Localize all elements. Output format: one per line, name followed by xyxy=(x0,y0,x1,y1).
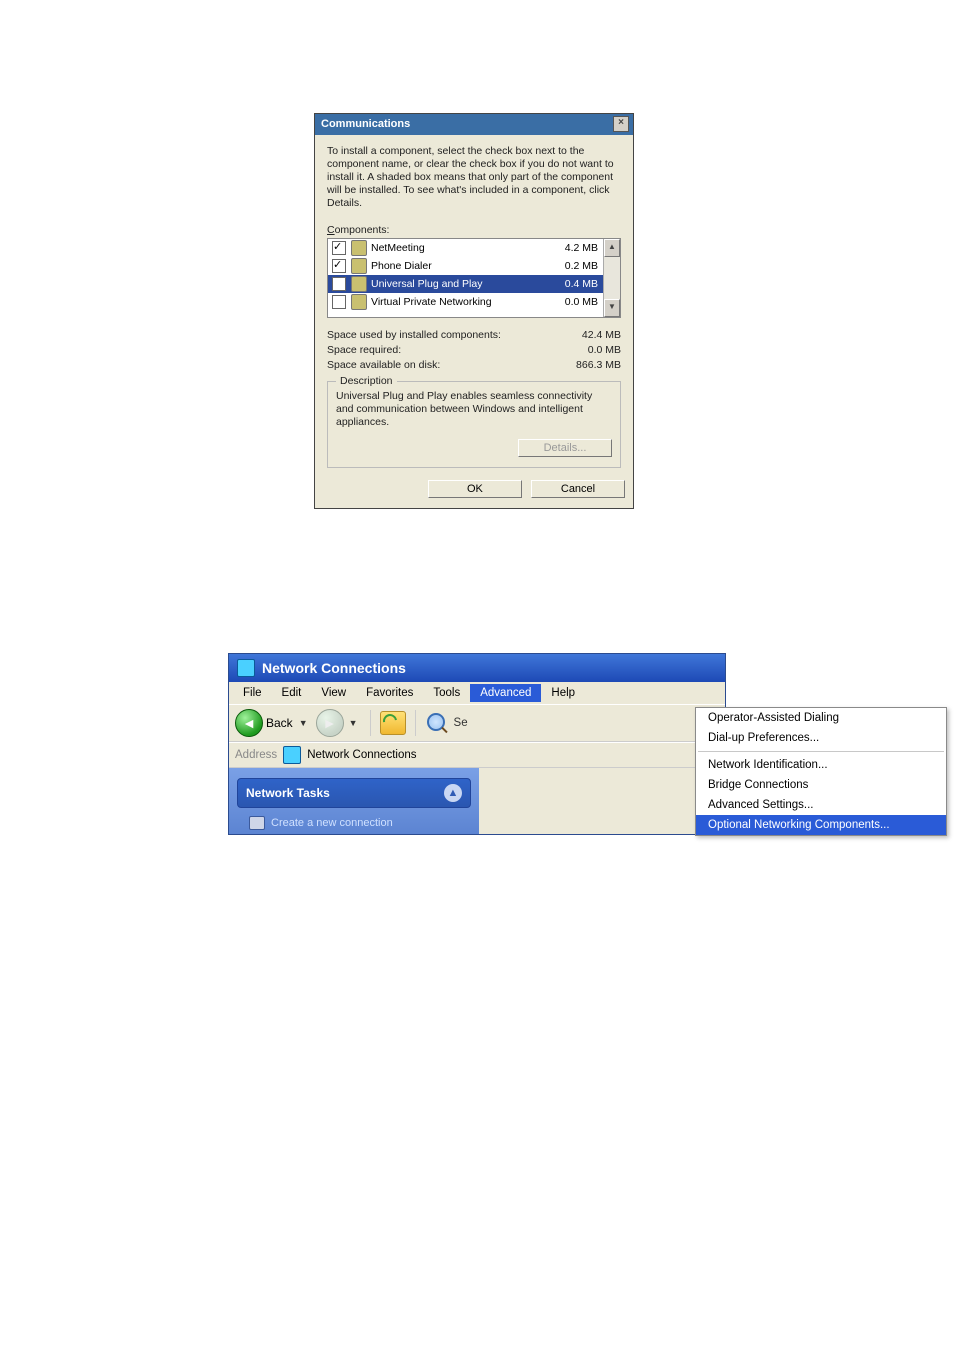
checkbox[interactable] xyxy=(332,241,346,255)
window-title: Network Connections xyxy=(262,660,406,676)
menu-item[interactable]: Network Identification... xyxy=(696,755,946,775)
component-icon xyxy=(351,294,367,310)
space-used-label: Space used by installed components: xyxy=(327,328,501,343)
dialog-titlebar[interactable]: Communications × xyxy=(315,114,633,135)
advanced-menu-dropdown[interactable]: Operator-Assisted DialingDial-up Prefere… xyxy=(695,707,947,836)
menu-edit[interactable]: Edit xyxy=(272,684,312,702)
menu-separator xyxy=(698,751,944,752)
task-create-connection[interactable]: Create a new connection xyxy=(249,816,469,830)
close-icon[interactable]: × xyxy=(613,116,629,132)
space-required-label: Space required: xyxy=(327,343,401,358)
dialog-intro-text: To install a component, select the check… xyxy=(327,145,621,210)
component-size: 0.0 MB xyxy=(559,296,598,308)
component-row[interactable]: Virtual Private Networking0.0 MB xyxy=(328,293,604,311)
details-button[interactable]: Details... xyxy=(518,439,612,457)
component-row[interactable]: NetMeeting4.2 MB xyxy=(328,239,604,257)
component-name: Virtual Private Networking xyxy=(371,296,559,308)
communications-dialog: Communications × To install a component,… xyxy=(314,113,634,509)
component-icon xyxy=(351,258,367,274)
components-listbox[interactable]: NetMeeting4.2 MBPhone Dialer0.2 MBUniver… xyxy=(327,238,621,318)
space-used-value: 42.4 MB xyxy=(582,328,621,343)
space-available-label: Space available on disk: xyxy=(327,358,440,373)
scroll-track[interactable] xyxy=(604,257,620,299)
menu-view[interactable]: View xyxy=(311,684,356,702)
description-group: Description Universal Plug and Play enab… xyxy=(327,381,621,468)
search-label-cut[interactable]: Se xyxy=(454,717,468,729)
space-stats: Space used by installed components: 42.4 … xyxy=(327,328,621,373)
description-text: Universal Plug and Play enables seamless… xyxy=(336,390,612,429)
communications-dialog-screenshot: Communications × To install a component,… xyxy=(314,113,634,509)
menu-file[interactable]: File xyxy=(233,684,272,702)
address-bar[interactable]: Address Network Connections xyxy=(229,742,725,768)
scroll-up-icon[interactable]: ▲ xyxy=(604,239,620,257)
component-name: Phone Dialer xyxy=(371,260,559,272)
network-connections-window: Network Connections FileEditViewFavorite… xyxy=(229,654,725,834)
address-label: Address xyxy=(235,749,277,761)
tasks-pane: Network Tasks ▲ Create a new connection xyxy=(229,768,479,834)
scrollbar[interactable]: ▲ ▼ xyxy=(603,239,620,317)
menu-item[interactable]: Optional Networking Components... xyxy=(696,815,946,835)
menu-item[interactable]: Advanced Settings... xyxy=(696,795,946,815)
network-icon xyxy=(283,746,301,764)
cancel-button[interactable]: Cancel xyxy=(531,480,625,498)
ok-button[interactable]: OK xyxy=(428,480,522,498)
toolbar-separator xyxy=(370,710,371,736)
window-titlebar[interactable]: Network Connections xyxy=(229,654,725,682)
back-dropdown-icon[interactable]: ▼ xyxy=(299,718,308,728)
back-button[interactable]: Back xyxy=(266,716,293,730)
menu-bar[interactable]: FileEditViewFavoritesToolsAdvancedHelp xyxy=(229,682,725,704)
component-icon xyxy=(351,276,367,292)
component-size: 0.4 MB xyxy=(559,278,598,290)
component-row[interactable]: Phone Dialer0.2 MB xyxy=(328,257,604,275)
component-row[interactable]: Universal Plug and Play0.4 MB xyxy=(328,275,604,293)
menu-item[interactable]: Operator-Assisted Dialing xyxy=(696,708,946,728)
description-label: Description xyxy=(336,375,397,387)
toolbar: ◄ Back ▼ ► ▼ Se xyxy=(229,704,725,742)
checkbox[interactable] xyxy=(332,295,346,309)
network-tasks-header[interactable]: Network Tasks ▲ xyxy=(237,778,471,808)
component-size: 4.2 MB xyxy=(559,242,598,254)
address-value: Network Connections xyxy=(307,749,416,761)
menu-tools[interactable]: Tools xyxy=(423,684,470,702)
collapse-icon[interactable]: ▲ xyxy=(444,784,462,802)
menu-favorites[interactable]: Favorites xyxy=(356,684,423,702)
component-name: NetMeeting xyxy=(371,242,559,254)
menu-item[interactable]: Bridge Connections xyxy=(696,775,946,795)
component-size: 0.2 MB xyxy=(559,260,598,272)
task-label: Create a new connection xyxy=(271,817,393,829)
checkbox[interactable] xyxy=(332,277,346,291)
search-icon[interactable] xyxy=(425,711,449,735)
dialog-title: Communications xyxy=(321,118,410,130)
checkbox[interactable] xyxy=(332,259,346,273)
space-available-value: 866.3 MB xyxy=(576,358,621,373)
space-required-value: 0.0 MB xyxy=(588,343,621,358)
back-icon[interactable]: ◄ xyxy=(235,709,263,737)
menu-item[interactable]: Dial-up Preferences... xyxy=(696,728,946,748)
toolbar-separator xyxy=(415,710,416,736)
forward-dropdown-icon[interactable]: ▼ xyxy=(349,718,358,728)
scroll-down-icon[interactable]: ▼ xyxy=(604,299,620,317)
connection-icon xyxy=(249,816,265,830)
component-name: Universal Plug and Play xyxy=(371,278,559,290)
up-folder-icon[interactable] xyxy=(380,711,406,735)
components-label: Components: xyxy=(327,224,621,236)
component-icon xyxy=(351,240,367,256)
network-icon xyxy=(237,659,255,677)
forward-icon[interactable]: ► xyxy=(316,709,344,737)
menu-advanced[interactable]: Advanced xyxy=(470,684,541,702)
network-connections-screenshot: Network Connections FileEditViewFavorite… xyxy=(228,653,726,835)
menu-help[interactable]: Help xyxy=(541,684,585,702)
network-tasks-label: Network Tasks xyxy=(246,786,330,800)
